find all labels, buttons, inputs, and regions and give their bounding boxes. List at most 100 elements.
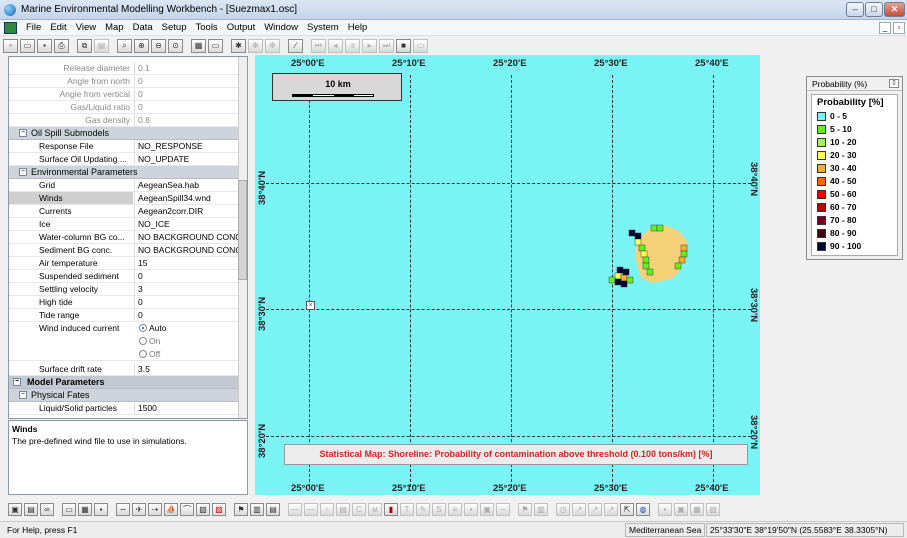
view-b-icon[interactable]: ▣ bbox=[674, 502, 688, 516]
legend-panel[interactable]: Probability (%) ▯ Probability [%] 0 - 5 … bbox=[806, 76, 903, 260]
prop-release-diameter[interactable]: Release diameter 0.1 bbox=[9, 62, 239, 75]
prop-currents[interactable]: Currents Aegean2corr.DIR bbox=[9, 205, 239, 218]
prop-water-column-bg[interactable]: Water-column BG co... NO BACKGROUND CONC bbox=[9, 231, 239, 244]
view-d-icon[interactable]: ▧ bbox=[706, 502, 720, 516]
zoom-out-icon[interactable]: ⊖ bbox=[151, 38, 166, 53]
loop-icon[interactable]: ∽ bbox=[496, 502, 510, 516]
properties-icon[interactable]: ▤ bbox=[24, 502, 38, 516]
collapse-icon[interactable]: − bbox=[19, 129, 27, 137]
release-point-marker[interactable]: × bbox=[306, 301, 315, 310]
menu-setup[interactable]: Setup bbox=[162, 22, 187, 33]
prop-surface-oil-updating[interactable]: Surface Oil Updating ... NO_UPDATE bbox=[9, 153, 239, 166]
tool-a-icon[interactable]: ↗ bbox=[572, 502, 586, 516]
table-icon[interactable]: ▭ bbox=[208, 38, 223, 53]
layers-icon[interactable]: ▣ bbox=[8, 502, 22, 516]
disk-icon[interactable]: ▪ bbox=[94, 502, 108, 516]
collapse-icon[interactable]: − bbox=[19, 168, 27, 176]
tool-d-icon[interactable]: ⇱ bbox=[620, 502, 634, 516]
panel-icon[interactable]: ▤ bbox=[336, 502, 350, 516]
mdi-minimize-button[interactable]: _ bbox=[879, 22, 891, 34]
wind-icon[interactable]: ✈ bbox=[132, 502, 146, 516]
menu-map[interactable]: Map bbox=[105, 22, 123, 33]
flag-icon[interactable]: ⚑ bbox=[234, 502, 248, 516]
text-tiny-icon[interactable]: ᴍ bbox=[368, 502, 382, 516]
menu-data[interactable]: Data bbox=[133, 22, 153, 33]
prop-angle-north[interactable]: Angle from north 0 bbox=[9, 75, 239, 88]
view-a-icon[interactable]: ▪ bbox=[658, 502, 672, 516]
menu-view[interactable]: View bbox=[76, 22, 96, 33]
prop-sediment-bg[interactable]: Sediment BG conc. NO BACKGROUND CONC bbox=[9, 244, 239, 257]
line2-icon[interactable]: — bbox=[304, 502, 318, 516]
prop-grid[interactable]: Grid AegeanSea.hab bbox=[9, 179, 239, 192]
collapse-icon[interactable]: − bbox=[13, 378, 21, 386]
menu-window[interactable]: Window bbox=[264, 22, 298, 33]
book-icon[interactable]: ▣ bbox=[480, 502, 494, 516]
radio-on[interactable]: On bbox=[137, 335, 237, 347]
prop-winds[interactable]: Winds AegeanSpill34.wnd bbox=[9, 192, 239, 205]
region-icon[interactable]: ▧ bbox=[196, 502, 210, 516]
radio-selected-icon[interactable] bbox=[139, 324, 147, 332]
flag2-icon[interactable]: ⚑ bbox=[518, 502, 532, 516]
tool-c-icon[interactable]: ↗ bbox=[604, 502, 618, 516]
pin-icon[interactable]: ▯ bbox=[889, 79, 899, 88]
chart2-icon[interactable]: ▥ bbox=[534, 502, 548, 516]
zoom-icon[interactable]: ⌕ bbox=[117, 38, 132, 53]
view-c-icon[interactable]: ▦ bbox=[690, 502, 704, 516]
go-first-icon[interactable]: ⏮ bbox=[311, 38, 326, 53]
menu-file[interactable]: File bbox=[26, 22, 41, 33]
config-icon[interactable]: ✼ bbox=[265, 38, 280, 53]
zoom-full-icon[interactable]: ⊙ bbox=[168, 38, 183, 53]
property-grid[interactable]: Release diameter 0.1 Angle from north 0 An… bbox=[8, 56, 248, 419]
paste-icon[interactable]: ▤ bbox=[94, 38, 109, 53]
go-last-icon[interactable]: ⏭ bbox=[379, 38, 394, 53]
color-icon[interactable]: ▮ bbox=[384, 502, 398, 516]
chart-icon[interactable]: ▥ bbox=[250, 502, 264, 516]
save-icon[interactable]: ▪ bbox=[37, 38, 52, 53]
model-run-icon[interactable]: ✱ bbox=[231, 38, 246, 53]
prop-angle-vertical[interactable]: Angle from vertical 0 bbox=[9, 88, 239, 101]
grid-off-icon[interactable]: ▫ bbox=[320, 502, 334, 516]
print-icon[interactable]: ⎙ bbox=[54, 38, 69, 53]
prop-settling-velocity[interactable]: Settling velocity 3 bbox=[9, 283, 239, 296]
globe-icon[interactable]: ◍ bbox=[636, 502, 650, 516]
category-model-parameters[interactable]: − Model Parameters bbox=[9, 376, 239, 389]
radio-off[interactable]: Off bbox=[137, 348, 237, 360]
stop-icon[interactable]: ■ bbox=[396, 38, 411, 53]
tool-b-icon[interactable]: ↗ bbox=[588, 502, 602, 516]
stack-icon[interactable]: ≡ bbox=[448, 502, 462, 516]
new-file-icon[interactable]: ▫ bbox=[3, 38, 18, 53]
s-icon[interactable]: S bbox=[432, 502, 446, 516]
zoom-in-icon[interactable]: ⊕ bbox=[134, 38, 149, 53]
prop-air-temperature[interactable]: Air temperature 15 bbox=[9, 257, 239, 270]
tc-icon[interactable]: T bbox=[400, 502, 414, 516]
current-icon[interactable]: ⇢ bbox=[148, 502, 162, 516]
prop-suspended-sediment[interactable]: Suspended sediment 0 bbox=[9, 270, 239, 283]
prop-liquid-solid-particles[interactable]: Liquid/Solid particles 1500 bbox=[9, 402, 239, 415]
record-icon[interactable]: ▭ bbox=[413, 38, 428, 53]
text-c-icon[interactable]: C bbox=[352, 502, 366, 516]
prop-high-tide[interactable]: High tide 0 bbox=[9, 296, 239, 309]
mdi-restore-button[interactable]: ▫ bbox=[893, 22, 905, 34]
category-physical-fates[interactable]: − Physical Fates bbox=[9, 389, 239, 402]
line-icon[interactable]: — bbox=[288, 502, 302, 516]
maximize-button[interactable]: □ bbox=[865, 2, 883, 17]
binoculars-icon[interactable]: ∞ bbox=[40, 502, 54, 516]
grid-edit-icon[interactable]: ▦ bbox=[78, 502, 92, 516]
menu-edit[interactable]: Edit bbox=[50, 22, 66, 33]
lasso-icon[interactable]: ∽ bbox=[116, 502, 130, 516]
prop-response-file[interactable]: Response File NO_RESPONSE bbox=[9, 140, 239, 153]
prop-gas-density[interactable]: Gas density 0.8 bbox=[9, 114, 239, 127]
prop-ice[interactable]: Ice NO_ICE bbox=[9, 218, 239, 231]
draw-icon[interactable]: ∕ bbox=[288, 38, 303, 53]
category-oil-spill-submodels[interactable]: − Oil Spill Submodels bbox=[9, 127, 239, 140]
boat-icon[interactable]: ⛵ bbox=[164, 502, 178, 516]
pen-icon[interactable]: ✎ bbox=[416, 502, 430, 516]
menu-help[interactable]: Help bbox=[348, 22, 368, 33]
red-region-icon[interactable]: ▨ bbox=[212, 502, 226, 516]
prop-surface-drift-rate[interactable]: Surface drift rate 3.5 bbox=[9, 363, 239, 376]
grid-icon[interactable]: ▦ bbox=[191, 38, 206, 53]
property-scrollbar-thumb[interactable] bbox=[238, 180, 247, 280]
radio-auto[interactable]: Auto bbox=[137, 322, 237, 334]
pause-icon[interactable]: ॥ bbox=[345, 38, 360, 53]
radio-empty-icon[interactable] bbox=[139, 350, 147, 358]
